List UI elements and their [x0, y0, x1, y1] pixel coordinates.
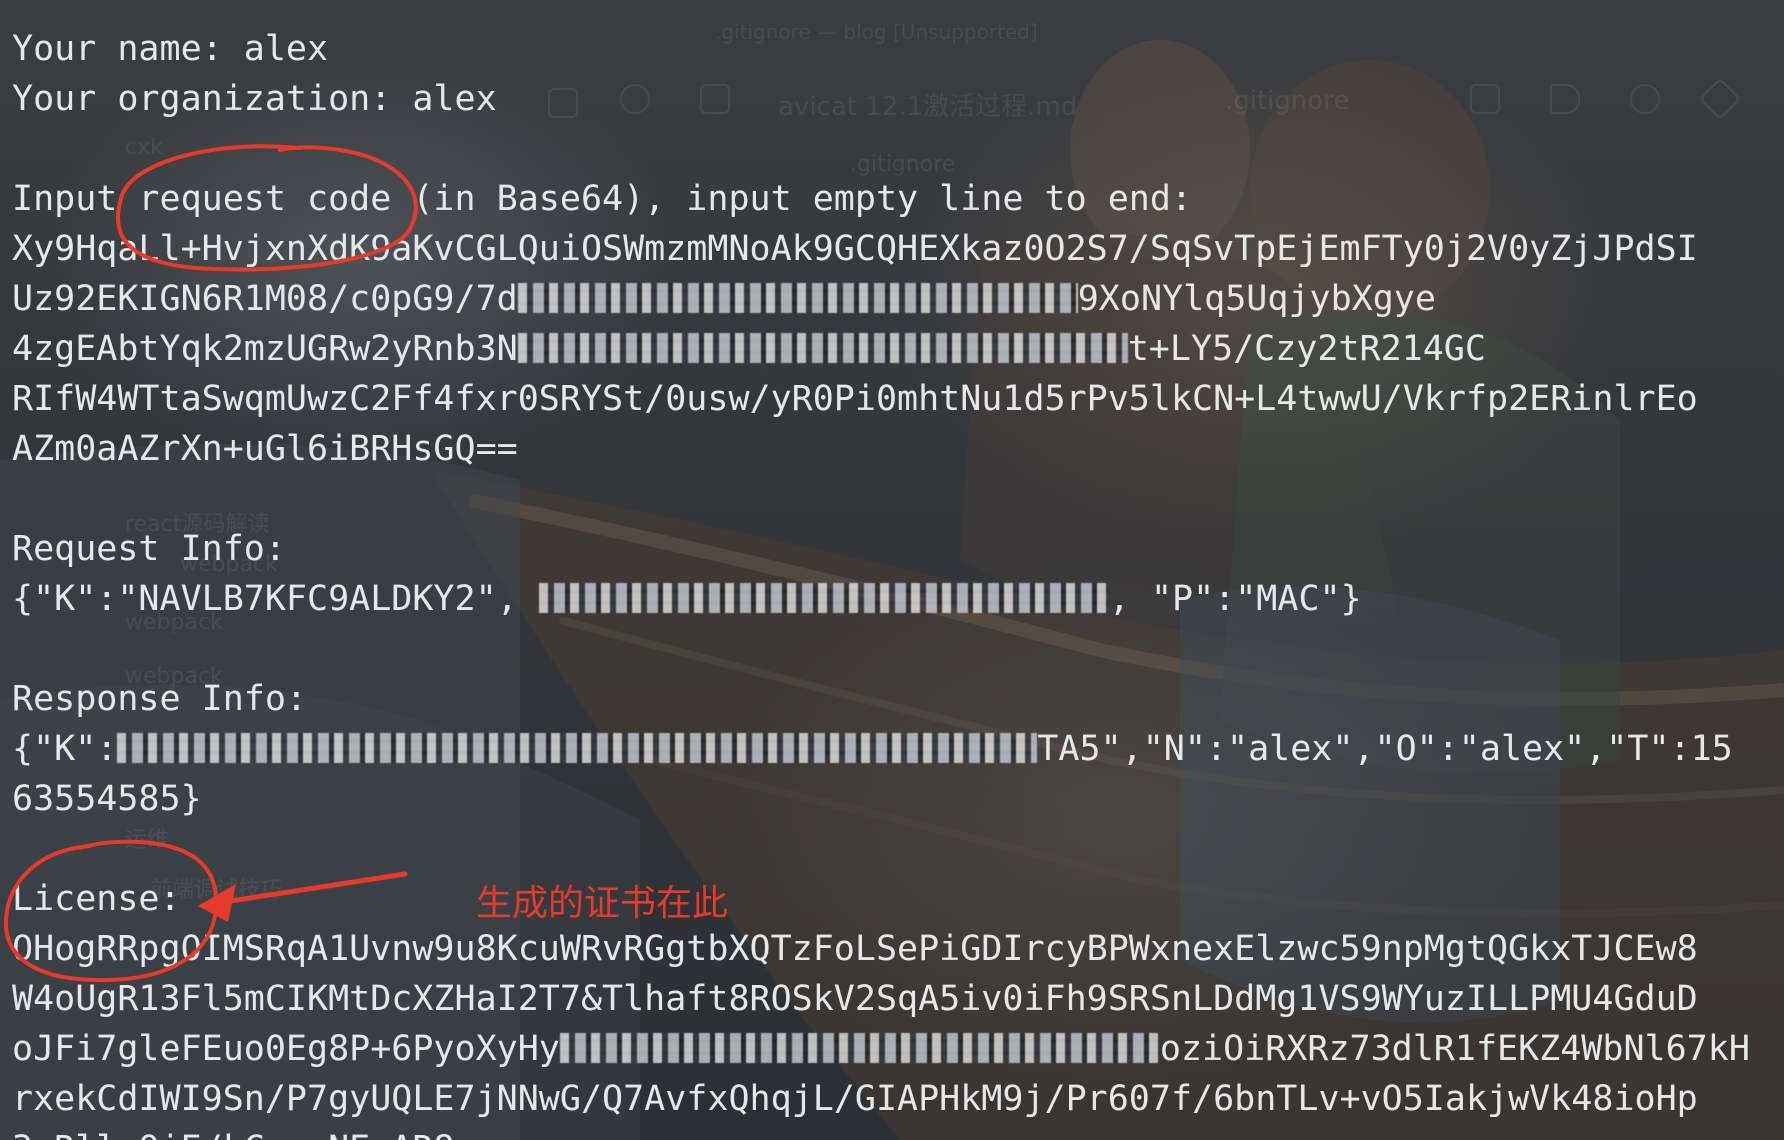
terminal-output[interactable]: Your name: alex Your organization: alex In… — [12, 24, 1777, 1140]
terminal-text: oJFi7gleFEuo0Eg8P+6PyoXyHy — [12, 1029, 560, 1069]
terminal-line-req5: AZm0aAZrXn+uGl6iBRHsGQ== — [12, 424, 1777, 474]
terminal-line-req3: 4zgEAbtYqk2mzUGRw2yRnb3N t+LY5/Czy2tR214G… — [12, 324, 1777, 374]
terminal-line-license-label: License: — [12, 874, 1777, 924]
redacted-text — [517, 283, 1078, 313]
annotation-note: 生成的证书在此 — [476, 883, 729, 924]
terminal-line-respinfo2: 63554585} — [12, 774, 1777, 824]
terminal-text: TA5","N":"alex","O":"alex","T":15 — [1037, 729, 1733, 769]
terminal-line-blank4 — [12, 824, 1777, 874]
terminal-text: AZm0aAZrXn+uGl6iBRHsGQ== — [12, 429, 518, 469]
terminal-text: OHogRRpgOIMSRqA1Uvnw9u8KcuWRvRGgtbXQTzFo… — [12, 929, 1698, 969]
terminal-text: 63554585} — [12, 779, 202, 819]
terminal-text: Input request code (in Base64), input em… — [12, 179, 1193, 219]
terminal-line-prompt: Input request code (in Base64), input em… — [12, 174, 1777, 224]
terminal-text: oziOiRXRz73dlR1fEKZ4WbNl67kH — [1159, 1029, 1750, 1069]
redacted-text — [559, 1033, 1160, 1063]
terminal-text: {"K": — [12, 729, 118, 769]
terminal-line-blank1 — [12, 124, 1777, 174]
terminal-line-reqinfo: {"K":"NAVLB7KFC9ALDKY2", , "P":"MAC"} — [12, 574, 1777, 624]
terminal-text: t+LY5/Czy2tR214GC — [1127, 329, 1486, 369]
terminal-line-respinfo1: {"K": TA5","N":"alex","O":"alex","T":15 — [12, 724, 1777, 774]
terminal-line-reqinfo-label: Request Info: — [12, 524, 1777, 574]
terminal-text: 9XoNYlq5UqjybXgye — [1077, 279, 1436, 319]
terminal-text: rxekCdIWI9Sn/P7gyUQLE7jNNwG/Q7AvfxQhqjL/… — [12, 1079, 1698, 1119]
terminal-text: License: — [12, 879, 181, 919]
terminal-text: , "P":"MAC"} — [1108, 579, 1362, 619]
terminal-line-blank3 — [12, 624, 1777, 674]
terminal-line-lic5: 3vRlluQiE/kCxxwNEsAR8 — [12, 1124, 1777, 1140]
terminal-line-lic4: rxekCdIWI9Sn/P7gyUQLE7jNNwG/Q7AvfxQhqjL/… — [12, 1074, 1777, 1124]
terminal-text: 4zgEAbtYqk2mzUGRw2yRnb3N — [12, 329, 518, 369]
terminal-line-org: Your organization: alex — [12, 74, 1777, 124]
terminal-line-req2: Uz92EKIGN6R1M08/c0pG9/7d 9XoNYlq5UqjybXgy… — [12, 274, 1777, 324]
redacted-text — [117, 733, 1038, 763]
redacted-text — [538, 583, 1109, 613]
terminal-text: Your organization: alex — [12, 79, 497, 119]
terminal-line-respinfo-label: Response Info: — [12, 674, 1777, 724]
terminal-line-blank2 — [12, 474, 1777, 524]
terminal-text: {"K":"NAVLB7KFC9ALDKY2", — [12, 579, 539, 619]
terminal-line-lic1: OHogRRpgOIMSRqA1Uvnw9u8KcuWRvRGgtbXQTzFo… — [12, 924, 1777, 974]
terminal-text: Uz92EKIGN6R1M08/c0pG9/7d — [12, 279, 518, 319]
terminal-text: Your name: alex — [12, 29, 329, 69]
terminal-screenshot: .gitignore — blog [Unsupported] avicat 1… — [0, 0, 1784, 1140]
terminal-text: W4oUgR13Fl5mCIKMtDcXZHaI2T7&Tlhaft8ROSkV… — [12, 979, 1698, 1019]
terminal-text: RIfW4WTtaSwqmUwzC2Ff4fxr0SRYSt/0usw/yR0P… — [12, 379, 1698, 419]
terminal-text: Xy9HqaLl+HvjxnXdK9aKvCGLQuiOSWmzmMNoAk9G… — [12, 229, 1698, 269]
terminal-text: Request Info: — [12, 529, 286, 569]
terminal-line-req4: RIfW4WTtaSwqmUwzC2Ff4fxr0SRYSt/0usw/yR0P… — [12, 374, 1777, 424]
terminal-line-name: Your name: alex — [12, 24, 1777, 74]
redacted-text — [517, 333, 1128, 363]
terminal-text: Response Info: — [12, 679, 308, 719]
terminal-text: 3vRlluQiE/kCxxwNEsAR8 — [12, 1129, 455, 1140]
terminal-line-req1: Xy9HqaLl+HvjxnXdK9aKvCGLQuiOSWmzmMNoAk9G… — [12, 224, 1777, 274]
terminal-line-lic3: oJFi7gleFEuo0Eg8P+6PyoXyHy oziOiRXRz73dlR… — [12, 1024, 1777, 1074]
terminal-line-lic2: W4oUgR13Fl5mCIKMtDcXZHaI2T7&Tlhaft8ROSkV… — [12, 974, 1777, 1024]
